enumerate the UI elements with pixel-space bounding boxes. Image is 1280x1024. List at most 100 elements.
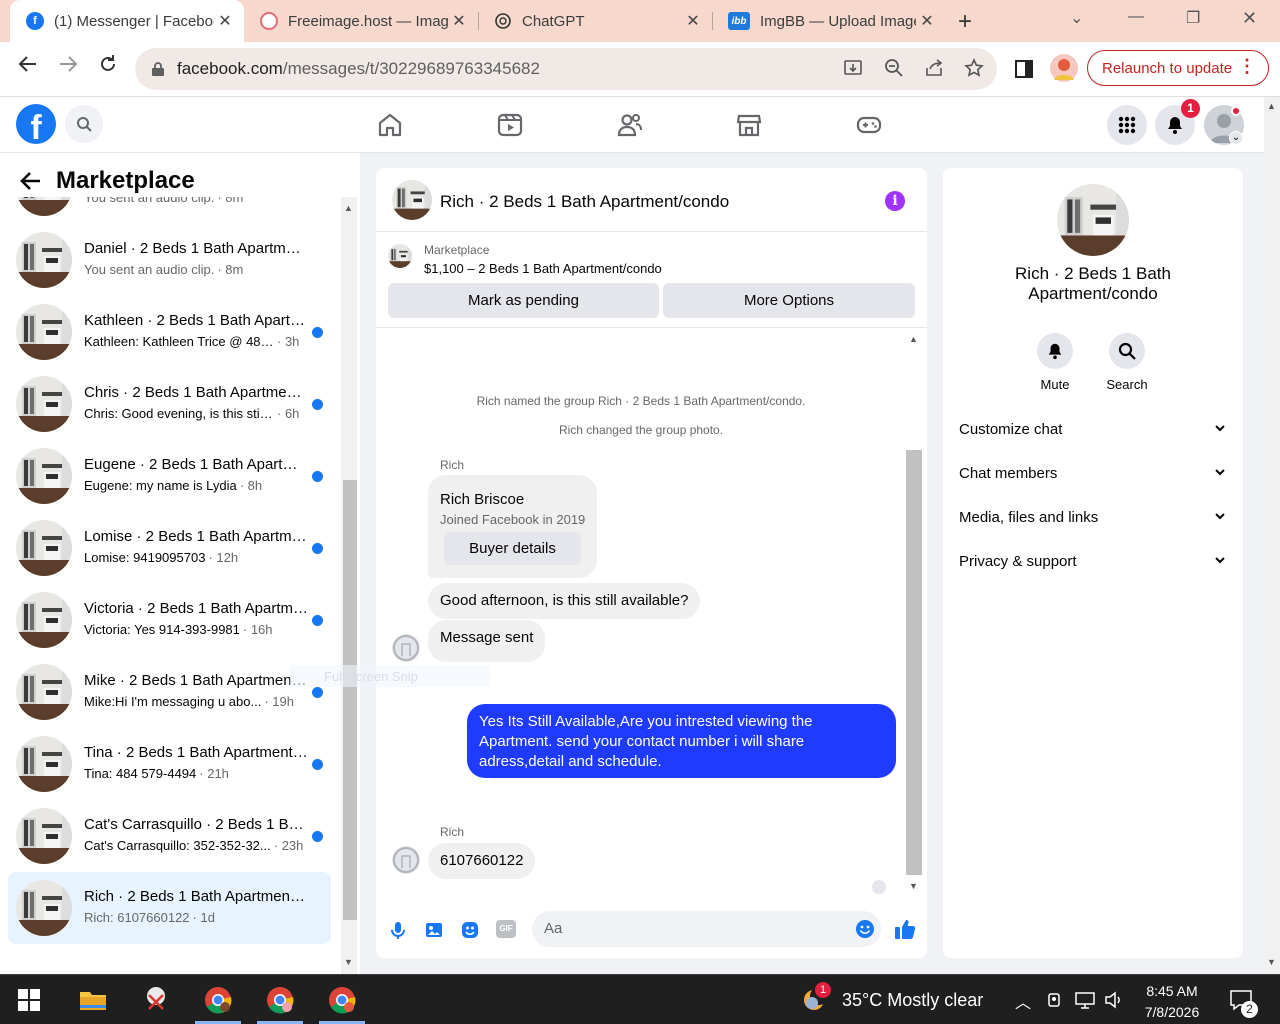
tab-imgbb[interactable]: ibb ImgBB — Upload Image ✕ <box>712 0 946 42</box>
scroll-up-icon[interactable]: ▲ <box>1267 101 1276 111</box>
marketplace-icon[interactable] <box>735 111 763 139</box>
conversation-item[interactable]: Shade · 2 Beds 1 Bath Apartment/condoYou… <box>8 197 331 224</box>
incoming-message[interactable]: Good afternoon, is this still available? <box>428 583 701 619</box>
sender-avatar[interactable] <box>392 634 420 662</box>
menu-button[interactable] <box>1107 105 1147 145</box>
conversation-item[interactable]: Rich · 2 Beds 1 Bath Apartment/condo Rich… <box>8 872 331 944</box>
message-input[interactable]: Aa <box>532 911 881 947</box>
scroll-up-icon[interactable]: ▲ <box>909 334 918 344</box>
conversation-item[interactable]: Kathleen · 2 Beds 1 Bath Apartment/condo… <box>8 296 331 368</box>
chrome-icon[interactable] <box>203 985 233 1015</box>
info-icon[interactable]: i <box>885 191 905 211</box>
close-tab-icon[interactable]: ✕ <box>448 11 470 31</box>
close-tab-icon[interactable]: ✕ <box>916 11 938 31</box>
video-icon[interactable] <box>496 111 524 139</box>
buyer-details-button[interactable]: Buyer details <box>444 532 581 565</box>
search-button[interactable] <box>65 105 103 143</box>
outgoing-message[interactable]: Yes Its Still Available,Are you intreste… <box>467 704 896 778</box>
tab-messenger[interactable]: f (1) Messenger | Facebook ✕ <box>10 0 244 42</box>
weather-text[interactable]: 35°C Mostly clear <box>842 990 983 1011</box>
chat-scrollbar[interactable]: ▲ ▼ <box>906 334 922 893</box>
install-app-icon[interactable] <box>843 58 863 83</box>
microphone-icon[interactable] <box>388 920 408 940</box>
profile-avatar-icon[interactable] <box>1050 54 1078 82</box>
composer-placeholder: Aa <box>544 920 563 937</box>
group-photo[interactable] <box>392 180 432 220</box>
mute-button[interactable]: Mute <box>1020 333 1090 392</box>
new-tab-plus-icon[interactable]: + <box>958 8 972 36</box>
menu-kebab-icon[interactable]: ⋮ <box>1238 56 1256 77</box>
share-icon[interactable] <box>924 58 944 83</box>
more-options-button[interactable]: More Options <box>663 283 915 318</box>
scroll-down-icon[interactable]: ▼ <box>909 881 918 891</box>
search-in-chat-button[interactable]: Search <box>1092 333 1162 392</box>
emoji-icon[interactable] <box>855 919 875 939</box>
tab-freeimage[interactable]: Freeimage.host — Image Hosting ✕ <box>244 0 478 42</box>
conversation-item[interactable]: Cat's Carrasquillo · 2 Beds 1 Bath Apart… <box>8 800 331 872</box>
chrome-profile-icon[interactable] <box>265 985 295 1015</box>
sticker-icon[interactable] <box>460 920 480 940</box>
snippet-time: · 3h <box>277 334 300 349</box>
conversation-item[interactable]: Chris · 2 Beds 1 Bath Apartment/condo Chr… <box>8 368 331 440</box>
section-customize-chat[interactable]: Customize chat <box>959 421 1227 438</box>
scroll-down-icon[interactable]: ▼ <box>1267 957 1276 967</box>
close-tab-icon[interactable]: ✕ <box>682 11 704 31</box>
mark-as-pending-button[interactable]: Mark as pending <box>388 283 659 318</box>
tray-chevron-icon[interactable]: ︿ <box>1015 989 1031 1013</box>
bookmark-star-icon[interactable] <box>964 58 984 83</box>
chrome-profile-icon[interactable] <box>327 985 357 1015</box>
back-arrow-icon[interactable] <box>20 171 42 191</box>
incoming-message[interactable]: 6107660122 <box>428 843 536 879</box>
sender-avatar[interactable] <box>392 846 420 874</box>
section-chat-members[interactable]: Chat members <box>959 465 1227 482</box>
scrollbar-thumb[interactable] <box>906 450 922 875</box>
section-privacy-support[interactable]: Privacy & support <box>959 553 1227 570</box>
side-panel-icon[interactable] <box>1014 59 1034 84</box>
relaunch-button[interactable]: Relaunch to update ⋮ <box>1087 50 1269 86</box>
listing-price-title[interactable]: $1,100 – 2 Beds 1 Bath Apartment/condo <box>424 261 662 276</box>
gif-icon[interactable]: GIF <box>496 920 516 938</box>
back-arrow-icon[interactable] <box>18 54 38 80</box>
scroll-up-icon[interactable]: ▲ <box>344 203 353 213</box>
conversation-item[interactable]: Lomise · 2 Beds 1 Bath Apartment/condo Lo… <box>8 512 331 584</box>
conversation-item[interactable]: Daniel · 2 Beds 1 Bath Apartment/condo Yo… <box>8 224 331 296</box>
conversation-item[interactable]: Mike · 2 Beds 1 Bath Apartment/condo Mike… <box>8 656 331 728</box>
listing-thumbnail[interactable] <box>388 244 412 268</box>
forward-arrow-icon[interactable] <box>58 54 78 80</box>
account-chevron-icon[interactable]: ⌄ <box>1229 131 1243 145</box>
chat-title[interactable]: Rich · 2 Beds 1 Bath Apartment/condo <box>440 192 729 212</box>
webcam-icon[interactable] <box>1046 991 1064 1009</box>
snipping-tool-icon[interactable] <box>141 985 171 1015</box>
close-tab-icon[interactable]: ✕ <box>214 11 236 31</box>
group-photo-large[interactable] <box>1057 184 1129 256</box>
file-explorer-icon[interactable] <box>78 985 108 1015</box>
minimize-icon[interactable]: — <box>1128 8 1144 26</box>
maximize-icon[interactable]: ❐ <box>1186 8 1200 28</box>
facebook-logo-icon[interactable]: f <box>16 104 56 144</box>
conversation-item[interactable]: Eugene · 2 Beds 1 Bath Apartment/condo Eu… <box>8 440 331 512</box>
tab-chatgpt[interactable]: ChatGPT ✕ <box>478 0 712 42</box>
system-clock[interactable]: 8:45 AM 7/8/2026 <box>1140 981 1204 1023</box>
windows-start-icon[interactable] <box>17 988 41 1012</box>
scroll-down-icon[interactable]: ▼ <box>344 957 353 967</box>
network-icon[interactable] <box>1074 991 1096 1009</box>
close-window-icon[interactable]: ✕ <box>1242 8 1257 29</box>
tab-search-chevron-icon[interactable]: ⌄ <box>1070 8 1083 28</box>
home-icon[interactable] <box>376 111 404 139</box>
zoom-icon[interactable] <box>884 58 904 83</box>
gaming-icon[interactable] <box>855 111 883 139</box>
volume-icon[interactable] <box>1104 991 1124 1009</box>
chat-list-scrollbar[interactable]: ▲ ▼ <box>341 197 357 974</box>
page-scrollbar[interactable]: ▲ ▼ <box>1264 97 1280 974</box>
incoming-message[interactable]: Message sent <box>428 620 546 662</box>
address-bar[interactable]: facebook.com/messages/t/3022968976334568… <box>135 48 997 90</box>
conversation-item[interactable]: Victoria · 2 Beds 1 Bath Apartment/condo… <box>8 584 331 656</box>
photo-icon[interactable] <box>424 920 444 940</box>
reload-icon[interactable] <box>98 54 118 80</box>
scrollbar-thumb[interactable] <box>343 480 357 920</box>
conversation-item[interactable]: Tina · 2 Beds 1 Bath Apartment/condo Tina… <box>8 728 331 800</box>
friends-icon[interactable] <box>616 111 644 139</box>
section-media-files-links[interactable]: Media, files and links <box>959 509 1227 526</box>
snippet-time: · 1d <box>192 910 215 925</box>
thumbs-up-icon[interactable] <box>894 918 916 940</box>
